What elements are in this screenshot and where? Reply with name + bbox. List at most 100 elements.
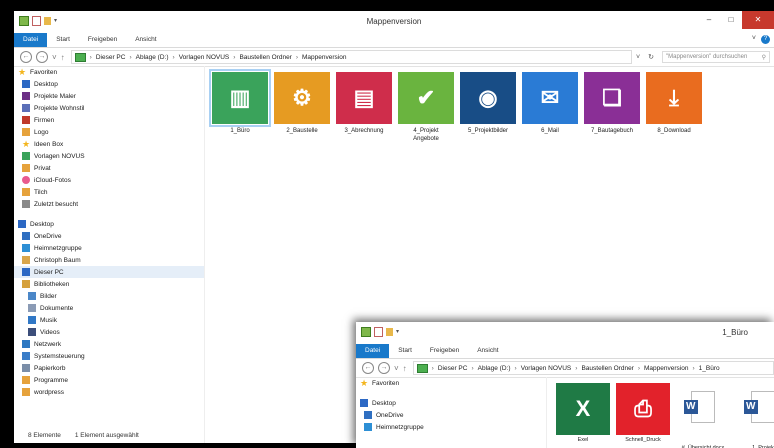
folder-tile[interactable]: ✔ 4_Projekt Angebote [398, 72, 454, 143]
forward-button[interactable]: → [36, 51, 48, 63]
breadcrumb-dieser-pc[interactable]: Dieser PC [96, 54, 126, 61]
network-icon [22, 340, 30, 348]
breadcrumb-vorlagen[interactable]: Vorlagen NOVUS [179, 54, 230, 61]
nav-item-musik[interactable]: Musik [14, 314, 204, 326]
breadcrumb[interactable]: › Dieser PC › Ablage (D:) › Vorlagen NOV… [412, 361, 774, 375]
tab-ansicht[interactable]: Ansicht [126, 33, 165, 47]
nav-item-dieser-pc[interactable]: Dieser PC [14, 266, 204, 278]
nav-item-netzwerk[interactable]: Netzwerk [14, 338, 204, 350]
breadcrumb[interactable]: › Dieser PC › Ablage (D:) › Vorlagen NOV… [70, 50, 633, 64]
nav-item-icloud-fotos[interactable]: iCloud-Fotos [14, 174, 204, 186]
minimize-button[interactable]: – [698, 11, 720, 29]
properties-icon[interactable] [374, 327, 383, 337]
breadcrumb-dieser-pc[interactable]: Dieser PC [438, 365, 468, 372]
address-dropdown-button[interactable]: ˅ [632, 54, 644, 61]
recent-locations-button[interactable]: ˅ [394, 364, 399, 373]
folder-icon [22, 152, 30, 160]
tab-start[interactable]: Start [47, 33, 79, 47]
folder-tile[interactable]: ⚙ 2_Baustelle [274, 72, 330, 135]
nav-item-papierkorb[interactable]: Papierkorb [14, 362, 204, 374]
nav-item-logo[interactable]: Logo [14, 126, 204, 138]
nav-item-desktop[interactable]: Desktop [14, 78, 204, 90]
nav-item-privat[interactable]: Privat [14, 162, 204, 174]
nav-item-label: Projekte Wohnstil [34, 104, 85, 112]
nav-item-systemsteuerung[interactable]: Systemsteuerung [14, 350, 204, 362]
folder-tile[interactable]: ▤ 3_Abrechnung [336, 72, 392, 135]
tab-start[interactable]: Start [389, 344, 421, 358]
homegroup-icon [364, 423, 372, 431]
close-button[interactable]: ✕ [742, 11, 774, 29]
folder-tile[interactable]: ◉ 5_Projektbilder [460, 72, 516, 135]
nav-item-heimnetzgruppe[interactable]: Heimnetzgruppe [356, 421, 546, 433]
breadcrumb-vorlagen[interactable]: Vorlagen NOVUS [521, 365, 572, 372]
refresh-button[interactable]: ↻ [644, 53, 658, 61]
search-icon[interactable]: ⚲ [762, 54, 766, 61]
library-icon [22, 280, 30, 288]
folder-tile[interactable]: ❏ 7_Bautagebuch [584, 72, 640, 135]
nav-item-tilch[interactable]: Tilch [14, 186, 204, 198]
breadcrumb-separator: › [431, 364, 434, 372]
nav-item-vorlagen-novus[interactable]: Vorlagen NOVUS [14, 150, 204, 162]
nav-item-favoriten[interactable]: ★ Favoriten [14, 66, 204, 78]
nav-item-bilder[interactable]: Bilder [14, 290, 204, 302]
back-button[interactable]: ← [362, 362, 374, 374]
help-icon[interactable]: ? [761, 35, 770, 44]
tab-freigeben[interactable]: Freigeben [421, 344, 468, 358]
recent-locations-button[interactable]: ˅ [52, 53, 57, 62]
up-button[interactable]: ↑ [403, 364, 407, 373]
nav-item-onedrive[interactable]: OneDrive [356, 409, 546, 421]
customize-toolbar-icon[interactable]: ▾ [396, 328, 402, 336]
nav-item-bibliotheken[interactable]: Bibliotheken [14, 278, 204, 290]
nav-item-heimnetzgruppe[interactable]: Heimnetzgruppe [14, 242, 204, 254]
new-folder-icon[interactable] [386, 328, 393, 336]
breadcrumb-baustellen[interactable]: Baustellen Ordner [239, 54, 291, 61]
breadcrumb-buero[interactable]: 1_Büro [699, 365, 720, 372]
nav-item-zuletzt-besucht[interactable]: Zuletzt besucht [14, 198, 204, 210]
nav-item-programme[interactable]: Programme [14, 374, 204, 386]
back-button[interactable]: ← [20, 51, 32, 63]
expand-ribbon-icon[interactable]: ˅ [752, 35, 756, 44]
nav-item-onedrive[interactable]: OneDrive [14, 230, 204, 242]
forward-button[interactable]: → [378, 362, 390, 374]
search-input[interactable]: "Mappenversion" durchsuchen ⚲ [662, 51, 770, 63]
desktop-icon [22, 80, 30, 88]
tab-datei[interactable]: Datei [356, 344, 390, 358]
nav-item-firmen[interactable]: Firmen [14, 114, 204, 126]
folder-tile[interactable]: W #_Übersicht.docx [676, 383, 730, 448]
breadcrumb-mappenversion[interactable]: Mappenversion [302, 54, 346, 61]
nav-item-favoriten[interactable]: ★ Favoriten [356, 377, 546, 389]
folder-tile[interactable]: ✉ 6_Mail [522, 72, 578, 135]
nav-item-dokumente[interactable]: Dokumente [14, 302, 204, 314]
folder-tile[interactable]: W 1_Projek [736, 383, 774, 448]
nav-item-desktop[interactable]: Desktop [14, 218, 204, 230]
up-button[interactable]: ↑ [61, 53, 65, 62]
maximize-button[interactable]: □ [720, 11, 742, 29]
invoice-icon: ▤ [353, 85, 375, 110]
nav-item-videos[interactable]: Videos [14, 326, 204, 338]
breadcrumb-ablage[interactable]: Ablage (D:) [136, 54, 169, 61]
folder-tile[interactable]: ⤓ 8_Download [646, 72, 702, 135]
nav-item-ideen-box[interactable]: ★ Ideen Box [14, 138, 204, 150]
tab-ansicht[interactable]: Ansicht [468, 344, 507, 358]
folder-tile[interactable]: ⎙ Schnell_Druck [616, 383, 670, 443]
folder-icon [22, 164, 30, 172]
nav-item-wordpress[interactable]: wordpress [14, 386, 204, 398]
tile-image: ✉ [522, 72, 578, 124]
folder-icon [22, 92, 30, 100]
breadcrumb-baustellen[interactable]: Baustellen Ordner [581, 365, 633, 372]
nav-item-desktop[interactable]: Desktop [356, 397, 546, 409]
explorer-app-icon[interactable] [361, 327, 371, 337]
nav-item-projekte-wohnstil[interactable]: Projekte Wohnstil [14, 102, 204, 114]
breadcrumb-ablage[interactable]: Ablage (D:) [478, 365, 511, 372]
nav-item-projekte-maler[interactable]: Projekte Maler [14, 90, 204, 102]
window-title: Mappenversion [366, 17, 422, 26]
control-panel-icon [22, 352, 30, 360]
nav-item-christoph-baum[interactable]: Christoph Baum [14, 254, 204, 266]
nav-item-label: Projekte Maler [34, 92, 76, 100]
folder-tile[interactable]: ▥ 1_Büro [209, 69, 271, 135]
folder-tile[interactable]: X Exel [556, 383, 610, 443]
tab-datei[interactable]: Datei [14, 33, 48, 47]
breadcrumb-mappenversion[interactable]: Mappenversion [644, 365, 688, 372]
desktop-icon [360, 399, 368, 407]
tab-freigeben[interactable]: Freigeben [79, 33, 126, 47]
